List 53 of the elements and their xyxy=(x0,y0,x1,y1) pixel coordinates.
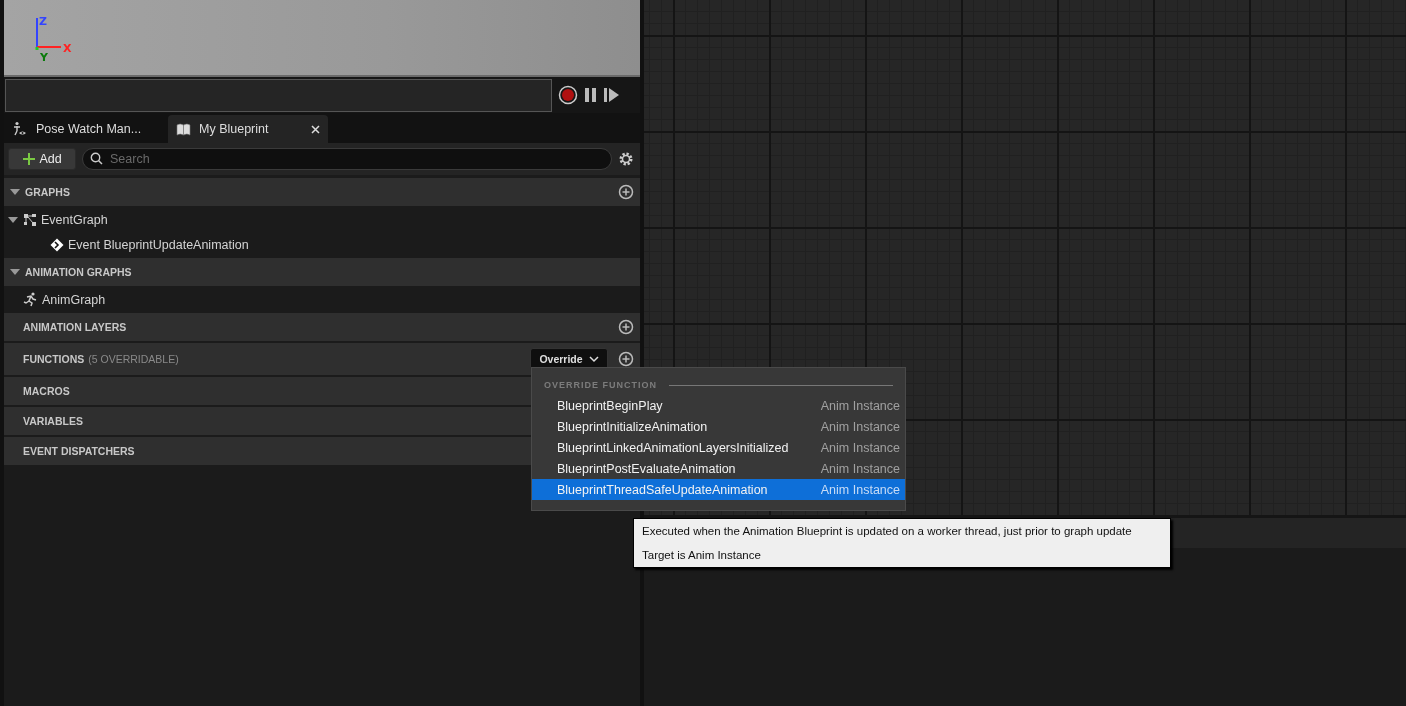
menu-item[interactable]: BlueprintInitializeAnimation Anim Instance xyxy=(532,416,905,437)
menu-item[interactable]: BlueprintBeginPlay Anim Instance xyxy=(532,395,905,416)
section-title: FUNCTIONS xyxy=(23,353,85,365)
record-icon[interactable] xyxy=(558,85,578,105)
tree-item[interactable]: Event BlueprintUpdateAnimation xyxy=(4,233,640,256)
tooltip-text: Target is Anim Instance xyxy=(642,549,762,561)
search-field[interactable]: Search xyxy=(82,148,612,170)
add-button[interactable]: Add xyxy=(8,148,76,170)
menu-heading: OVERRIDE FUNCTION xyxy=(544,380,657,390)
book-icon xyxy=(176,122,191,136)
section-note: (5 OVERRIDABLE) xyxy=(88,353,179,365)
section-title: EVENT DISPATCHERS xyxy=(23,445,135,457)
axis-label: Z xyxy=(39,15,47,28)
pose-figure-icon xyxy=(12,121,28,137)
axis-label: X xyxy=(63,42,72,55)
plus-icon xyxy=(22,152,37,166)
running-figure-icon xyxy=(23,292,38,307)
expand-arrow-icon[interactable] xyxy=(7,214,19,225)
section-header[interactable]: EVENT DISPATCHERS xyxy=(4,437,531,465)
section-header[interactable]: VARIABLES xyxy=(4,407,531,435)
section-title: ANIMATION GRAPHS xyxy=(25,266,132,278)
tooltip-text: Executed when the Animation Blueprint is updated on a worker thread, just prior to graph update xyxy=(642,525,1133,537)
menu-item[interactable]: BlueprintThreadSafeUpdateAnimation Anim Instance xyxy=(532,479,905,500)
step-forward-icon[interactable] xyxy=(604,87,620,103)
panel-tab[interactable]: Pose Watch Man... xyxy=(4,115,166,143)
expand-arrow-icon[interactable] xyxy=(9,267,21,277)
add-circle-icon[interactable] xyxy=(618,351,634,367)
add-circle-icon[interactable] xyxy=(618,319,634,335)
tree-item[interactable]: EventGraph xyxy=(4,208,640,231)
menu-item[interactable]: BlueprintPostEvaluateAnimation Anim Instance xyxy=(532,458,905,479)
menu-item[interactable]: BlueprintLinkedAnimationLayersInitialized Anim Instance xyxy=(532,437,905,458)
axis-label: Y xyxy=(40,51,48,62)
section-title: GRAPHS xyxy=(25,186,70,198)
section-title: VARIABLES xyxy=(23,415,83,427)
pause-icon[interactable] xyxy=(584,87,598,103)
expand-arrow-icon[interactable] xyxy=(9,187,21,197)
override-dropdown[interactable]: Override xyxy=(530,348,608,370)
section-header[interactable]: FUNCTIONS (5 OVERRIDABLE) Override xyxy=(4,343,640,375)
chevron-down-icon xyxy=(588,355,599,363)
section-header[interactable]: MACROS xyxy=(4,377,531,405)
graph-icon xyxy=(23,212,37,227)
section-header[interactable]: ANIMATION GRAPHS xyxy=(4,258,640,286)
event-diamond-icon xyxy=(50,237,64,252)
tree-item[interactable]: AnimGraph xyxy=(4,288,640,311)
add-circle-icon[interactable] xyxy=(618,184,634,200)
section-header[interactable]: GRAPHS xyxy=(4,178,640,206)
close-icon[interactable] xyxy=(311,124,320,134)
settings-icon[interactable] xyxy=(618,151,634,167)
section-title: ANIMATION LAYERS xyxy=(23,321,127,333)
panel-tab[interactable]: My Blueprint xyxy=(168,115,328,143)
section-header[interactable]: ANIMATION LAYERS xyxy=(4,313,640,341)
section-title: MACROS xyxy=(23,385,70,397)
search-icon xyxy=(90,152,103,165)
